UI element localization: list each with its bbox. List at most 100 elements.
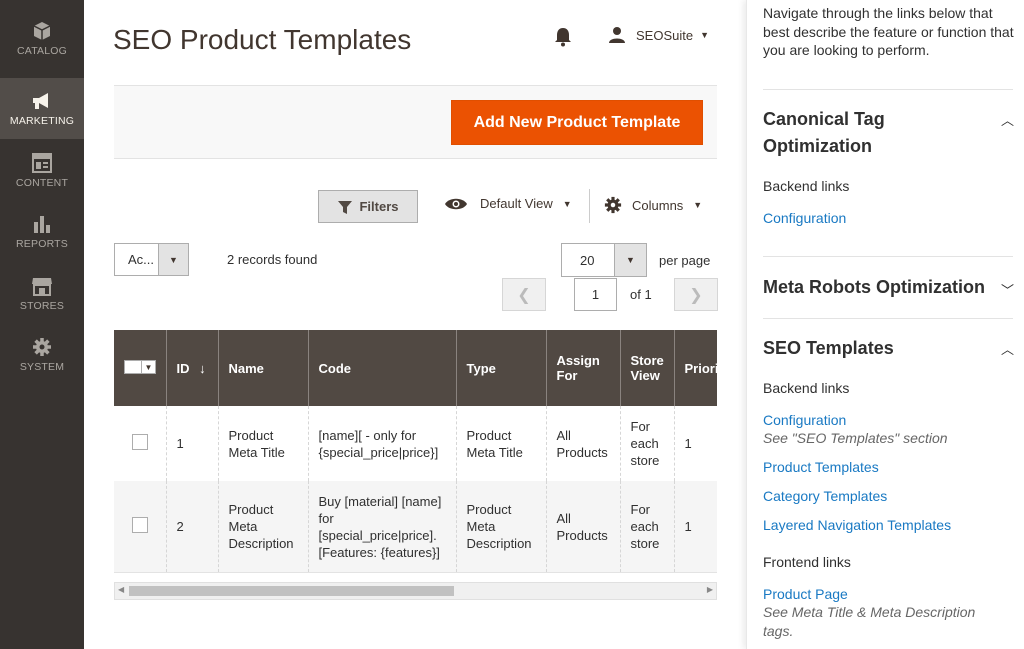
link-configuration[interactable]: Configuration (763, 412, 846, 428)
chevron-up-icon[interactable]: ︿ (1001, 110, 1014, 129)
sidebar-item-label: STORES (19, 300, 65, 312)
sidebar-item-system[interactable]: SYSTEM (0, 324, 84, 385)
filters-button[interactable]: Filters (318, 190, 418, 223)
sort-arrow-icon: ↓ (199, 360, 206, 376)
next-page-button[interactable]: ❯ (674, 278, 718, 311)
page-number-input[interactable]: 1 (574, 278, 617, 311)
cell-assign-for: All Products (546, 481, 621, 572)
page-actions-bar: Add New Product Template (114, 85, 717, 159)
page-total: of 1 (630, 287, 652, 302)
chevron-down-icon: ▼ (614, 244, 646, 276)
user-menu[interactable]: SEOSuite ▼ (608, 26, 709, 44)
mass-actions-select[interactable]: Ac... ▼ (114, 243, 189, 276)
column-header-label: Type (466, 360, 496, 376)
row-checkbox[interactable] (132, 516, 148, 533)
scrollbar-thumb[interactable] (129, 586, 454, 596)
configuration-note: See "SEO Templates" section (763, 430, 948, 446)
admin-sidebar: CATALOG MARKETING CONTENT REPORTS STORES… (0, 0, 84, 649)
add-new-template-button[interactable]: Add New Product Template (451, 100, 703, 145)
chevron-up-icon[interactable]: ︿ (1001, 339, 1014, 358)
mass-actions-value: Ac... (128, 252, 155, 267)
view-selector[interactable]: Default View ▼ (444, 196, 572, 211)
mass-select-checkbox[interactable]: ▼ (124, 360, 156, 374)
table-row[interactable]: 1 Product Meta Title [name][ - only for … (114, 406, 717, 481)
backend-links-label: Backend links (763, 178, 850, 194)
per-page-label: per page (659, 253, 711, 268)
link-product-page[interactable]: Product Page (763, 586, 848, 602)
scroll-right-icon[interactable]: ▶ (707, 585, 713, 594)
columns-selector[interactable]: Columns ▼ (604, 196, 702, 214)
product-page-note: See Meta Title & Meta Description tags. (763, 604, 976, 639)
column-header-assign-for[interactable]: Assign For (546, 330, 621, 406)
sidebar-item-label: MARKETING (9, 115, 75, 127)
link-product-templates[interactable]: Product Templates (763, 459, 879, 475)
link-configuration[interactable]: Configuration (763, 210, 846, 226)
sidebar-item-stores[interactable]: STORES (0, 263, 84, 324)
cell-code: Buy [material] [name] for [special_price… (308, 481, 457, 572)
column-header-type[interactable]: Type (456, 330, 547, 406)
column-header-name[interactable]: Name (218, 330, 309, 406)
cell-store-view: For each store (620, 406, 675, 481)
cell-store-view: For each store (620, 481, 675, 572)
column-header-label: Assign For (556, 353, 600, 383)
mass-select-header[interactable]: ▼ (114, 330, 167, 406)
row-checkbox[interactable] (132, 433, 148, 450)
user-icon (608, 26, 626, 44)
templates-grid: ▼ ID ↓ Name Code Type Assign For Store V… (114, 330, 717, 573)
column-header-code[interactable]: Code (308, 330, 457, 406)
chevron-down-icon: ▼ (141, 361, 155, 373)
toolbar-divider (589, 189, 590, 223)
chevron-down-icon[interactable]: ﹀ (1001, 280, 1014, 299)
records-count: 2 records found (227, 252, 318, 267)
grid-horizontal-scrollbar[interactable]: ◀ ▶ (114, 582, 717, 600)
cell-name: Product Meta Description (218, 481, 309, 572)
divider (763, 318, 1013, 319)
catalog-icon (31, 20, 53, 42)
divider (763, 256, 1013, 257)
gear-icon (604, 196, 622, 214)
frontend-links-label: Frontend links (763, 554, 851, 570)
sidebar-item-label: CONTENT (15, 177, 69, 189)
previous-page-button[interactable]: ❮ (502, 278, 546, 311)
sidebar-item-label: CATALOG (16, 45, 68, 57)
chevron-down-icon: ▼ (158, 244, 188, 275)
help-intro: Navigate through the links below that be… (763, 5, 1014, 58)
table-row[interactable]: 2 Product Meta Description Buy [material… (114, 481, 717, 572)
system-icon (31, 336, 53, 358)
cell-type: Product Meta Description (456, 481, 547, 572)
column-header-label: Store View (630, 353, 664, 383)
cell-id: 2 (166, 481, 219, 572)
sidebar-item-label: SYSTEM (19, 361, 65, 373)
section-title-meta-robots[interactable]: Meta Robots Optimization (763, 274, 985, 301)
cell-priority: 1 (674, 481, 717, 572)
sidebar-item-content[interactable]: CONTENT (0, 140, 84, 201)
column-header-priority[interactable]: Priority (674, 330, 717, 406)
link-layered-navigation-templates[interactable]: Layered Navigation Templates (763, 517, 951, 533)
sidebar-item-catalog[interactable]: CATALOG (0, 8, 84, 69)
filter-icon (338, 200, 353, 214)
stores-icon (31, 275, 53, 297)
eye-icon (445, 198, 467, 209)
column-header-label: ID (176, 360, 190, 376)
column-header-store-view[interactable]: Store View (620, 330, 675, 406)
link-category-templates[interactable]: Category Templates (763, 488, 887, 504)
chevron-left-icon: ❮ (517, 286, 531, 304)
sidebar-item-reports[interactable]: REPORTS (0, 201, 84, 262)
content-icon (31, 152, 53, 174)
sidebar-item-marketing[interactable]: MARKETING (0, 78, 84, 139)
section-title-seo-templates[interactable]: SEO Templates (763, 335, 894, 362)
column-header-id[interactable]: ID ↓ (166, 330, 219, 406)
scroll-left-icon[interactable]: ◀ (118, 585, 124, 594)
per-page-value: 20 (580, 253, 595, 268)
cell-type: Product Meta Title (456, 406, 547, 481)
chevron-down-icon: ▼ (562, 198, 572, 209)
per-page-select[interactable]: 20 ▼ (561, 243, 647, 277)
column-header-label: Name (228, 360, 264, 376)
help-panel: Navigate through the links below that be… (746, 0, 1024, 649)
chevron-down-icon: ▼ (693, 200, 703, 210)
filters-label: Filters (359, 199, 399, 214)
notification-bell-icon[interactable] (554, 27, 572, 47)
divider (763, 89, 1013, 90)
section-title-canonical[interactable]: Canonical Tag Optimization (763, 106, 953, 160)
cell-code: [name][ - only for {special_price|price}… (308, 406, 457, 481)
